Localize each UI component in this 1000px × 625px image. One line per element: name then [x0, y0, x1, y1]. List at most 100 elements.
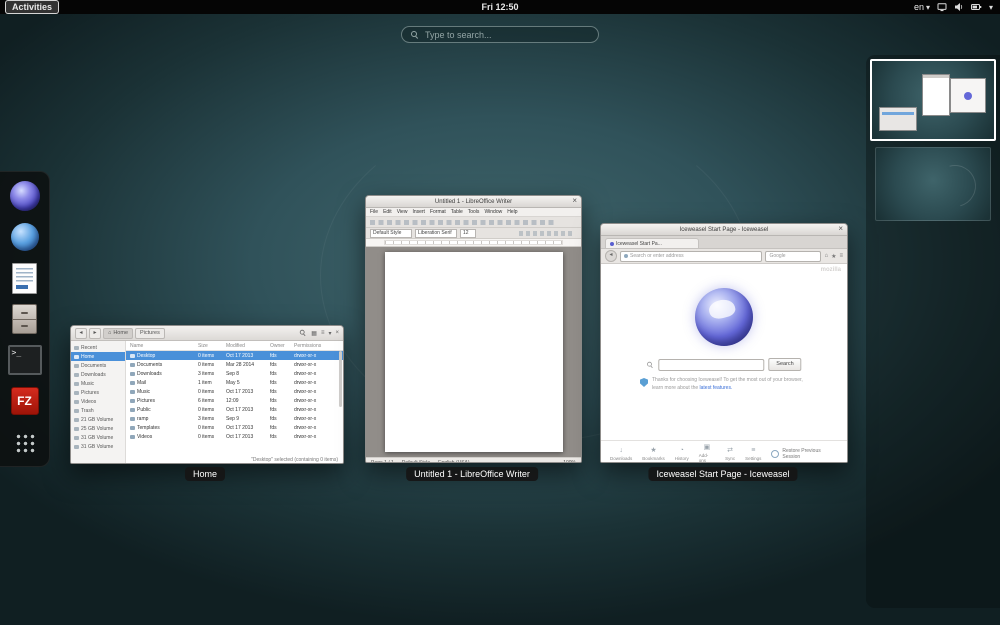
shortcut-button[interactable]: ↓ Downloads	[610, 447, 632, 461]
column-owner[interactable]: Owner	[270, 343, 294, 349]
view-list-icon[interactable]: ≡	[321, 330, 325, 336]
menu-item[interactable]: Tools	[468, 209, 480, 215]
sidebar-item[interactable]: Trash	[71, 406, 125, 415]
sidebar-item[interactable]: Documents	[71, 361, 125, 370]
back-button[interactable]: ◂	[605, 250, 617, 262]
place-icon	[74, 382, 79, 386]
search-field[interactable]: Google	[765, 251, 821, 262]
system-status-area[interactable]: en ▾ ▾	[914, 2, 993, 12]
back-button[interactable]: ◂	[75, 328, 87, 339]
document-area[interactable]	[366, 247, 581, 457]
menu-item[interactable]: Window	[484, 209, 502, 215]
workspace-thumbnail-2[interactable]	[875, 147, 991, 221]
overview-search[interactable]: Type to search...	[401, 26, 599, 43]
column-permissions[interactable]: Permissions	[294, 343, 343, 349]
menu-item[interactable]: Help	[507, 209, 517, 215]
url-bar[interactable]: Search or enter address	[620, 251, 762, 262]
show-applications-button[interactable]	[8, 425, 42, 459]
path-button-pictures[interactable]: Pictures	[135, 328, 165, 339]
dash-item-writer[interactable]	[8, 261, 42, 295]
font-name-combo[interactable]: Liberation Serif	[415, 229, 457, 238]
paragraph-style-combo[interactable]: Default Style	[370, 229, 412, 238]
search-icon[interactable]	[300, 330, 306, 336]
shortcut-button[interactable]: ⇄ Sync	[725, 447, 735, 461]
menu-item[interactable]: Table	[451, 209, 463, 215]
window-writer[interactable]: Untitled 1 - LibreOffice Writer × FileEd…	[365, 195, 582, 463]
sidebar-item[interactable]: Home	[71, 352, 125, 361]
shortcut-button[interactable]: ≡ Settings	[745, 447, 761, 461]
close-button[interactable]: ×	[838, 224, 843, 233]
menu-item[interactable]: View	[397, 209, 408, 215]
chevron-down-icon[interactable]: ▾	[328, 330, 331, 337]
file-row[interactable]: Desktop 0 items Oct 17 2013 fds drwxr-xr…	[126, 351, 343, 360]
home-search-button[interactable]: Search	[768, 358, 801, 371]
shortcut-button[interactable]: ▣ Add-ons	[699, 444, 715, 463]
view-grid-icon[interactable]: ▦	[311, 330, 317, 337]
menu-item[interactable]: Edit	[383, 209, 392, 215]
forward-button[interactable]: ▸	[89, 328, 101, 339]
shortcut-button[interactable]: ◔ History	[675, 447, 689, 461]
list-header: Name Size Modified Owner Permissions	[126, 341, 343, 351]
browser-titlebar: Iceweasel Start Page - Iceweasel ×	[601, 224, 847, 236]
document-page[interactable]	[385, 252, 563, 452]
file-row[interactable]: Documents 0 items Mar 28 2014 fds drwxr-…	[126, 360, 343, 369]
dash-item-web[interactable]	[8, 220, 42, 254]
scrollbar[interactable]	[339, 351, 342, 407]
dash-item-iceweasel[interactable]	[8, 179, 42, 213]
column-name[interactable]: Name	[126, 343, 198, 349]
workspace-thumbnail-1[interactable]	[870, 59, 996, 141]
sidebar-item[interactable]: 31 GB Volume	[71, 442, 125, 451]
sidebar-item-label: Documents	[81, 363, 106, 369]
dash-item-files[interactable]	[8, 302, 42, 336]
column-size[interactable]: Size	[198, 343, 226, 349]
menu-icon[interactable]: ≡	[839, 253, 843, 259]
sidebar-item[interactable]: 25 GB Volume	[71, 424, 125, 433]
zoom-level[interactable]: 100%	[563, 460, 576, 463]
welcome-text: Thanks for choosing Iceweasel! To get th…	[652, 377, 808, 392]
file-row[interactable]: Music 0 items Oct 17 2013 fds drwxr-xr-x	[126, 387, 343, 396]
close-button[interactable]: ×	[572, 196, 577, 205]
shortcut-button[interactable]: ★ Bookmarks	[642, 447, 665, 461]
restore-session-button[interactable]: Restore Previous Session	[771, 448, 838, 460]
dash-item-terminal[interactable]: >_	[8, 343, 42, 377]
menu-item[interactable]: File	[370, 209, 378, 215]
bookmark-star-icon[interactable]: ★	[831, 253, 836, 260]
file-row[interactable]: Videos 0 items Oct 17 2013 fds drwxr-xr-…	[126, 432, 343, 441]
file-row[interactable]: Templates 0 items Oct 17 2013 fds drwxr-…	[126, 423, 343, 432]
file-size: 0 items	[198, 434, 226, 440]
dash-item-filezilla[interactable]: FZ	[8, 384, 42, 418]
file-row[interactable]: Downloads 3 items Sep 8 fds drwxr-xr-x	[126, 369, 343, 378]
features-link[interactable]: latest features.	[700, 385, 733, 391]
sidebar-item[interactable]: Music	[71, 379, 125, 388]
browser-tab[interactable]: Iceweasel Start Pa...	[605, 238, 699, 248]
sidebar-item[interactable]: Recent	[71, 343, 125, 352]
tab-bar: Iceweasel Start Pa...	[601, 236, 847, 249]
window-files[interactable]: ◂ ▸ ⌂ Home Pictures ▦ ≡ ▾ × Recent	[70, 325, 344, 464]
menu-item[interactable]: Insert	[412, 209, 425, 215]
file-row[interactable]: Pictures 6 items 12:09 fds drwxr-xr-x	[126, 396, 343, 405]
home-search-input[interactable]	[658, 359, 764, 371]
sidebar-item[interactable]: Downloads	[71, 370, 125, 379]
column-modified[interactable]: Modified	[226, 343, 270, 349]
font-size-combo[interactable]: 12	[460, 229, 476, 238]
input-source-indicator[interactable]: en ▾	[914, 2, 930, 12]
file-row[interactable]: Mail 1 item May 5 fds drwxr-xr-x	[126, 378, 343, 387]
file-row[interactable]: Public 0 items Oct 17 2013 fds drwxr-xr-…	[126, 405, 343, 414]
activities-button[interactable]: Activities	[5, 0, 59, 14]
file-size: 3 items	[198, 371, 226, 377]
ruler	[366, 239, 581, 247]
shortcut-icon: ≡	[751, 447, 755, 455]
menu-item[interactable]: Format	[430, 209, 446, 215]
path-button-home[interactable]: ⌂ Home	[103, 328, 133, 339]
writer-standard-toolbar[interactable]	[366, 217, 581, 228]
sidebar-item[interactable]: Pictures	[71, 388, 125, 397]
window-iceweasel[interactable]: Iceweasel Start Page - Iceweasel × Icewe…	[600, 223, 848, 463]
sidebar-item[interactable]: 21 GB Volume	[71, 415, 125, 424]
file-owner: fds	[270, 416, 294, 422]
clock[interactable]: Fri 12:50	[481, 2, 518, 12]
file-row[interactable]: ramp 3 items Sep 9 fds drwxr-xr-x	[126, 414, 343, 423]
sidebar-item[interactable]: 31 GB Volume	[71, 433, 125, 442]
close-button[interactable]: ×	[335, 330, 339, 336]
sidebar-item[interactable]: Videos	[71, 397, 125, 406]
home-icon[interactable]: ⌂	[824, 253, 828, 259]
